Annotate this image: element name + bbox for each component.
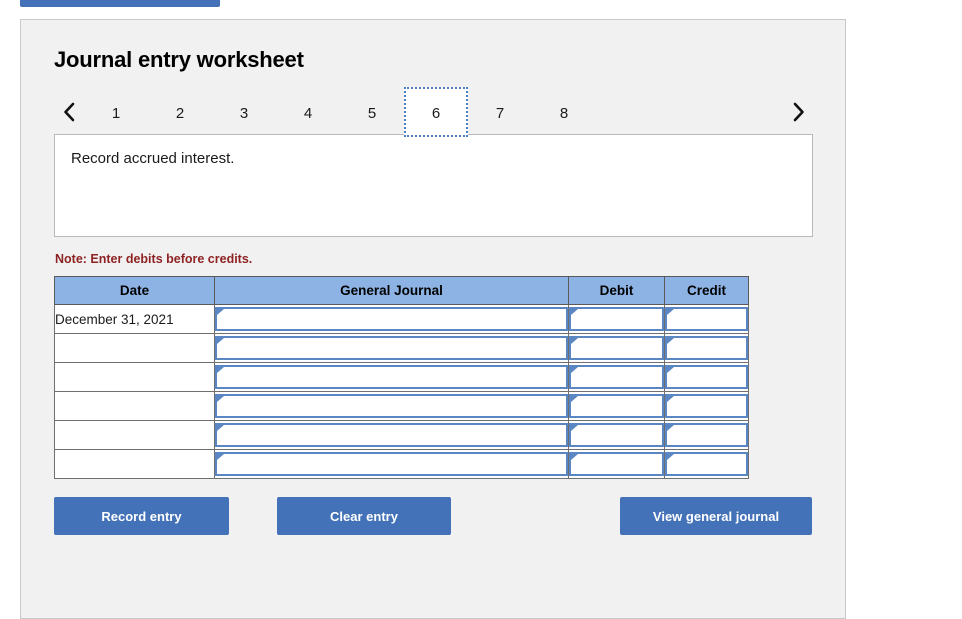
journal-entry-table: Date General Journal Debit Credit Decemb… <box>54 276 749 479</box>
tab-2[interactable]: 2 <box>148 87 212 137</box>
debit-cell <box>568 333 665 363</box>
credit-input[interactable] <box>665 452 748 476</box>
tab-7[interactable]: 7 <box>468 87 532 137</box>
debit-cell <box>568 420 665 450</box>
tab-8[interactable]: 8 <box>532 87 596 137</box>
journal-entry-worksheet-panel: Journal entry worksheet 1 2 3 4 5 6 7 8 <box>20 19 846 619</box>
credit-input[interactable] <box>665 394 748 418</box>
general-journal-cell <box>214 449 569 479</box>
dropdown-triangle-icon <box>571 338 578 350</box>
credit-cell <box>664 420 749 450</box>
tab-6[interactable]: 6 <box>404 87 468 137</box>
date-cell[interactable] <box>54 391 215 421</box>
dropdown-triangle-icon <box>667 309 674 321</box>
credit-input[interactable] <box>665 423 748 447</box>
debit-input[interactable] <box>569 307 664 331</box>
general-journal-cell <box>214 362 569 392</box>
general-journal-account-select[interactable] <box>215 336 568 360</box>
date-cell[interactable] <box>54 420 215 450</box>
date-cell[interactable] <box>54 333 215 363</box>
credit-cell <box>664 333 749 363</box>
column-header-general-journal: General Journal <box>214 276 569 305</box>
table-row: December 31, 2021 <box>54 304 749 334</box>
tab-list: 1 2 3 4 5 6 7 8 <box>84 87 783 137</box>
dropdown-triangle-icon <box>571 367 578 379</box>
dropdown-triangle-icon <box>217 338 224 350</box>
dropdown-triangle-icon <box>217 425 224 437</box>
debit-cell <box>568 449 665 479</box>
dropdown-triangle-icon <box>217 454 224 466</box>
general-journal-account-select[interactable] <box>215 394 568 418</box>
general-journal-cell <box>214 304 569 334</box>
column-header-credit: Credit <box>664 276 749 305</box>
debit-cell <box>568 304 665 334</box>
tab-5[interactable]: 5 <box>340 87 404 137</box>
debit-input[interactable] <box>569 365 664 389</box>
view-general-journal-button[interactable]: View general journal <box>620 497 812 535</box>
dropdown-triangle-icon <box>571 396 578 408</box>
next-chevron-icon[interactable] <box>783 95 813 129</box>
dropdown-triangle-icon <box>667 367 674 379</box>
action-button-bar: Record entry Clear entry View general jo… <box>54 497 813 535</box>
panel-content: Journal entry worksheet 1 2 3 4 5 6 7 8 <box>21 20 845 535</box>
dropdown-triangle-icon <box>571 425 578 437</box>
table-row <box>54 362 749 392</box>
credit-cell <box>664 449 749 479</box>
clear-entry-button[interactable]: Clear entry <box>277 497 451 535</box>
dropdown-triangle-icon <box>217 367 224 379</box>
credit-cell <box>664 304 749 334</box>
debit-cell <box>568 362 665 392</box>
credit-cell <box>664 362 749 392</box>
dropdown-triangle-icon <box>667 396 674 408</box>
column-header-date: Date <box>54 276 215 305</box>
table-row <box>54 333 749 363</box>
general-journal-account-select[interactable] <box>215 307 568 331</box>
dropdown-triangle-icon <box>217 309 224 321</box>
dropdown-triangle-icon <box>667 338 674 350</box>
transaction-description-box: Record accrued interest. <box>54 134 813 237</box>
transaction-description-text: Record accrued interest. <box>71 150 235 167</box>
date-cell[interactable] <box>54 449 215 479</box>
tab-3[interactable]: 3 <box>212 87 276 137</box>
table-row <box>54 449 749 479</box>
debit-input[interactable] <box>569 452 664 476</box>
dropdown-triangle-icon <box>217 396 224 408</box>
tab-1[interactable]: 1 <box>84 87 148 137</box>
debit-input[interactable] <box>569 394 664 418</box>
date-cell[interactable] <box>54 362 215 392</box>
table-header-row: Date General Journal Debit Credit <box>54 276 749 305</box>
general-journal-account-select[interactable] <box>215 365 568 389</box>
dropdown-triangle-icon <box>571 309 578 321</box>
credit-input[interactable] <box>665 365 748 389</box>
credit-input[interactable] <box>665 336 748 360</box>
general-journal-cell <box>214 333 569 363</box>
general-journal-cell <box>214 420 569 450</box>
debit-input[interactable] <box>569 423 664 447</box>
debit-cell <box>568 391 665 421</box>
date-cell[interactable]: December 31, 2021 <box>54 304 215 334</box>
previous-chevron-icon[interactable] <box>54 95 84 129</box>
general-journal-account-select[interactable] <box>215 452 568 476</box>
page-title: Journal entry worksheet <box>54 47 304 72</box>
table-row <box>54 420 749 450</box>
credit-input[interactable] <box>665 307 748 331</box>
top-partial-button[interactable] <box>20 0 220 7</box>
dropdown-triangle-icon <box>667 425 674 437</box>
column-header-debit: Debit <box>568 276 665 305</box>
dropdown-triangle-icon <box>571 454 578 466</box>
table-row <box>54 391 749 421</box>
credit-cell <box>664 391 749 421</box>
dropdown-triangle-icon <box>667 454 674 466</box>
general-journal-cell <box>214 391 569 421</box>
next-chevron-wrapper <box>783 95 813 129</box>
tab-4[interactable]: 4 <box>276 87 340 137</box>
debit-input[interactable] <box>569 336 664 360</box>
debits-before-credits-note: Note: Enter debits before credits. <box>55 252 253 266</box>
general-journal-account-select[interactable] <box>215 423 568 447</box>
record-entry-button[interactable]: Record entry <box>54 497 229 535</box>
worksheet-tab-strip: 1 2 3 4 5 6 7 8 <box>54 86 813 138</box>
